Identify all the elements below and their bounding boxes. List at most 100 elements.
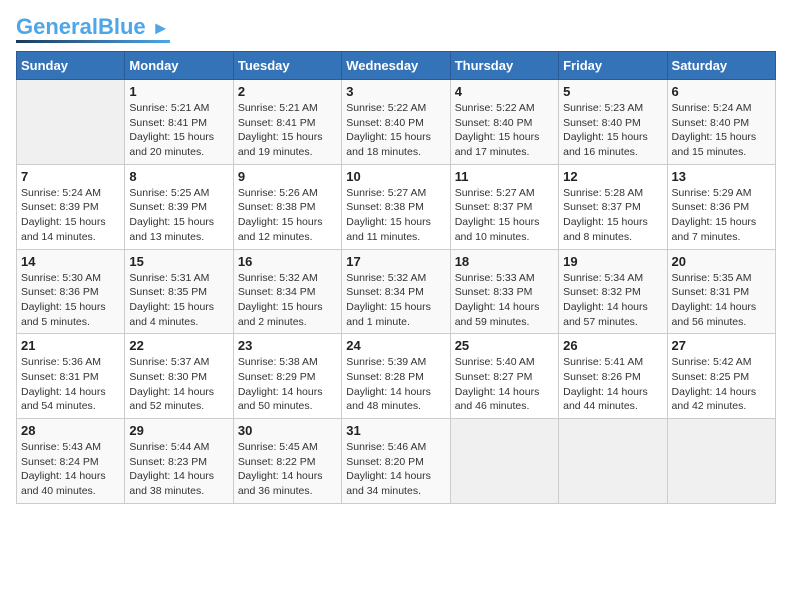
calendar-cell: 3 Sunrise: 5:22 AM Sunset: 8:40 PM Daylig… [342,80,450,165]
day-number: 14 [21,254,120,269]
calendar-cell: 25Sunrise: 5:40 AM Sunset: 8:27 PM Dayli… [450,334,558,419]
day-info: Sunrise: 5:41 AM Sunset: 8:26 PM Dayligh… [563,355,662,414]
day-info: Sunrise: 5:32 AM Sunset: 8:34 PM Dayligh… [238,271,337,330]
day-number: 4 [455,84,554,99]
day-info: Sunrise: 5:33 AM Sunset: 8:33 PM Dayligh… [455,271,554,330]
day-info: Sunrise: 5:35 AM Sunset: 8:31 PM Dayligh… [672,271,771,330]
calendar-cell: 1 Sunrise: 5:21 AM Sunset: 8:41 PM Daylig… [125,80,233,165]
day-info: Sunrise: 5:44 AM Sunset: 8:23 PM Dayligh… [129,440,228,499]
calendar-cell: 9Sunrise: 5:26 AM Sunset: 8:38 PM Daylig… [233,164,341,249]
day-number: 9 [238,169,337,184]
calendar-cell: 12 Sunrise: 5:28 AM Sunset: 8:37 PM Dayli… [559,164,667,249]
calendar-header-wednesday: Wednesday [342,52,450,80]
day-info: Sunrise: 5:39 AM Sunset: 8:28 PM Dayligh… [346,355,445,414]
calendar-cell: 22 Sunrise: 5:37 AM Sunset: 8:30 PM Dayli… [125,334,233,419]
day-info: Sunrise: 5:45 AM Sunset: 8:22 PM Dayligh… [238,440,337,499]
calendar-week-row: 21Sunrise: 5:36 AM Sunset: 8:31 PM Dayli… [17,334,776,419]
day-number: 3 [346,84,445,99]
day-info: Sunrise: 5:22 AM Sunset: 8:40 PM Dayligh… [455,101,554,160]
calendar-header-saturday: Saturday [667,52,775,80]
calendar-cell: 20 Sunrise: 5:35 AM Sunset: 8:31 PM Dayli… [667,249,775,334]
calendar-week-row: 14 Sunrise: 5:30 AM Sunset: 8:36 PM Dayli… [17,249,776,334]
calendar-header-sunday: Sunday [17,52,125,80]
day-info: Sunrise: 5:21 AM Sunset: 8:41 PM Dayligh… [238,101,337,160]
day-number: 11 [455,169,554,184]
day-number: 26 [563,338,662,353]
day-number: 1 [129,84,228,99]
calendar-week-row: 1 Sunrise: 5:21 AM Sunset: 8:41 PM Daylig… [17,80,776,165]
calendar-cell: 24 Sunrise: 5:39 AM Sunset: 8:28 PM Dayli… [342,334,450,419]
calendar-cell [450,419,558,504]
day-number: 6 [672,84,771,99]
calendar-cell: 4 Sunrise: 5:22 AM Sunset: 8:40 PM Daylig… [450,80,558,165]
day-number: 7 [21,169,120,184]
calendar-cell: 30 Sunrise: 5:45 AM Sunset: 8:22 PM Dayli… [233,419,341,504]
calendar-cell: 17 Sunrise: 5:32 AM Sunset: 8:34 PM Dayli… [342,249,450,334]
day-info: Sunrise: 5:22 AM Sunset: 8:40 PM Dayligh… [346,101,445,160]
day-info: Sunrise: 5:24 AM Sunset: 8:40 PM Dayligh… [672,101,771,160]
logo-text: GeneralBlue ► [16,16,170,38]
calendar-cell: 10 Sunrise: 5:27 AM Sunset: 8:38 PM Dayli… [342,164,450,249]
calendar-cell: 15 Sunrise: 5:31 AM Sunset: 8:35 PM Dayli… [125,249,233,334]
calendar-cell: 23Sunrise: 5:38 AM Sunset: 8:29 PM Dayli… [233,334,341,419]
logo-underline [16,40,170,43]
day-info: Sunrise: 5:28 AM Sunset: 8:37 PM Dayligh… [563,186,662,245]
day-number: 30 [238,423,337,438]
calendar-table: SundayMondayTuesdayWednesdayThursdayFrid… [16,51,776,504]
day-info: Sunrise: 5:23 AM Sunset: 8:40 PM Dayligh… [563,101,662,160]
day-number: 8 [129,169,228,184]
day-number: 15 [129,254,228,269]
calendar-cell: 26 Sunrise: 5:41 AM Sunset: 8:26 PM Dayli… [559,334,667,419]
calendar-header-friday: Friday [559,52,667,80]
calendar-cell: 5Sunrise: 5:23 AM Sunset: 8:40 PM Daylig… [559,80,667,165]
calendar-week-row: 28Sunrise: 5:43 AM Sunset: 8:24 PM Dayli… [17,419,776,504]
calendar-cell: 19 Sunrise: 5:34 AM Sunset: 8:32 PM Dayli… [559,249,667,334]
day-info: Sunrise: 5:31 AM Sunset: 8:35 PM Dayligh… [129,271,228,330]
day-info: Sunrise: 5:34 AM Sunset: 8:32 PM Dayligh… [563,271,662,330]
day-number: 2 [238,84,337,99]
day-info: Sunrise: 5:32 AM Sunset: 8:34 PM Dayligh… [346,271,445,330]
day-info: Sunrise: 5:36 AM Sunset: 8:31 PM Dayligh… [21,355,120,414]
day-number: 19 [563,254,662,269]
calendar-cell: 2 Sunrise: 5:21 AM Sunset: 8:41 PM Daylig… [233,80,341,165]
calendar-cell: 14 Sunrise: 5:30 AM Sunset: 8:36 PM Dayli… [17,249,125,334]
calendar-header-monday: Monday [125,52,233,80]
day-info: Sunrise: 5:38 AM Sunset: 8:29 PM Dayligh… [238,355,337,414]
calendar-cell: 16 Sunrise: 5:32 AM Sunset: 8:34 PM Dayli… [233,249,341,334]
day-info: Sunrise: 5:42 AM Sunset: 8:25 PM Dayligh… [672,355,771,414]
day-number: 31 [346,423,445,438]
day-number: 17 [346,254,445,269]
day-number: 10 [346,169,445,184]
day-info: Sunrise: 5:37 AM Sunset: 8:30 PM Dayligh… [129,355,228,414]
calendar-cell: 28Sunrise: 5:43 AM Sunset: 8:24 PM Dayli… [17,419,125,504]
day-number: 16 [238,254,337,269]
day-number: 18 [455,254,554,269]
logo-arrow: ► [152,18,170,38]
day-info: Sunrise: 5:30 AM Sunset: 8:36 PM Dayligh… [21,271,120,330]
day-info: Sunrise: 5:27 AM Sunset: 8:38 PM Dayligh… [346,186,445,245]
day-number: 29 [129,423,228,438]
day-number: 22 [129,338,228,353]
calendar-cell: 8 Sunrise: 5:25 AM Sunset: 8:39 PM Daylig… [125,164,233,249]
day-info: Sunrise: 5:21 AM Sunset: 8:41 PM Dayligh… [129,101,228,160]
logo: GeneralBlue ► [16,16,170,43]
day-number: 13 [672,169,771,184]
day-info: Sunrise: 5:25 AM Sunset: 8:39 PM Dayligh… [129,186,228,245]
day-number: 24 [346,338,445,353]
day-number: 28 [21,423,120,438]
calendar-cell [559,419,667,504]
day-number: 12 [563,169,662,184]
calendar-cell: 18 Sunrise: 5:33 AM Sunset: 8:33 PM Dayli… [450,249,558,334]
day-info: Sunrise: 5:40 AM Sunset: 8:27 PM Dayligh… [455,355,554,414]
calendar-cell [667,419,775,504]
logo-general: General [16,14,98,39]
calendar-header-tuesday: Tuesday [233,52,341,80]
calendar-cell: 11 Sunrise: 5:27 AM Sunset: 8:37 PM Dayli… [450,164,558,249]
calendar-cell: 6 Sunrise: 5:24 AM Sunset: 8:40 PM Daylig… [667,80,775,165]
calendar-cell: 29 Sunrise: 5:44 AM Sunset: 8:23 PM Dayli… [125,419,233,504]
day-number: 27 [672,338,771,353]
logo-blue: Blue [98,14,146,39]
calendar-cell: 21Sunrise: 5:36 AM Sunset: 8:31 PM Dayli… [17,334,125,419]
day-info: Sunrise: 5:27 AM Sunset: 8:37 PM Dayligh… [455,186,554,245]
day-number: 20 [672,254,771,269]
